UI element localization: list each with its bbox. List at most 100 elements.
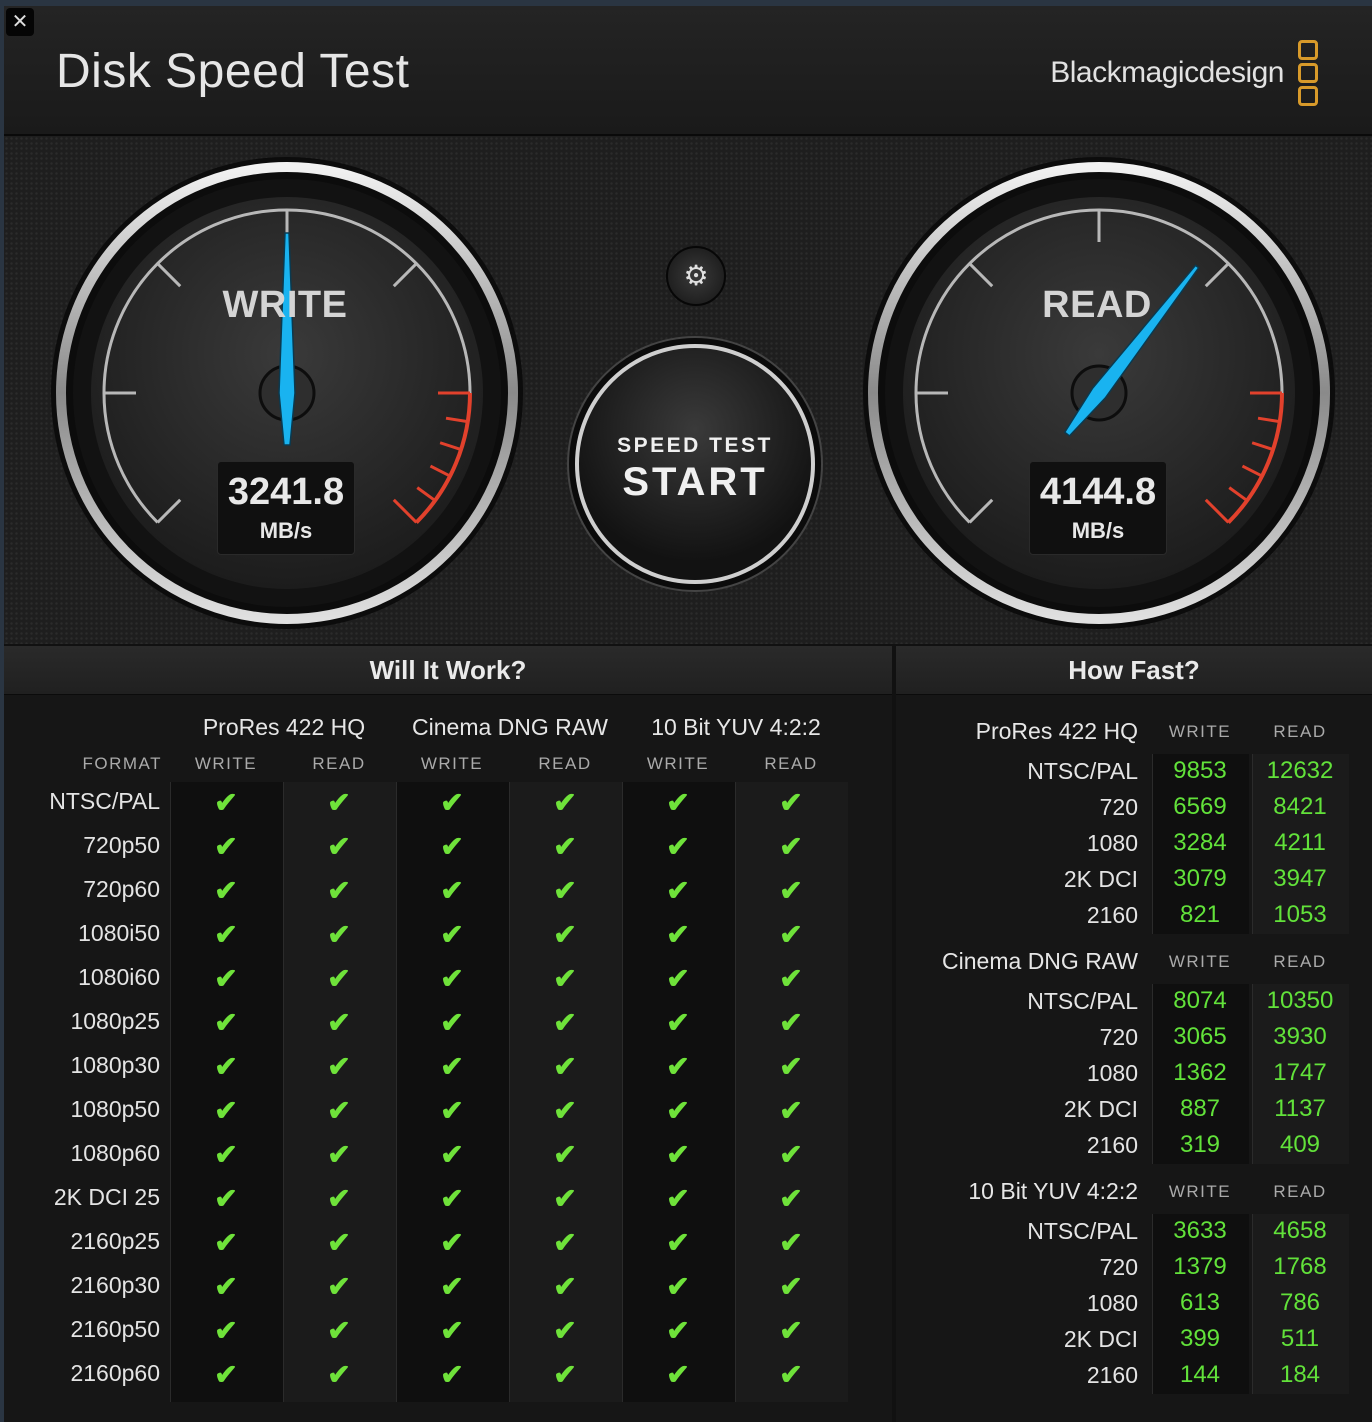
check-icon: ✔: [553, 1007, 577, 1038]
how-fast-format-label: 1080: [1086, 1290, 1138, 1316]
how-fast-format-label: 2160: [1086, 1132, 1138, 1158]
check-icon: ✔: [779, 1271, 803, 1302]
check-icon: ✔: [666, 1051, 690, 1082]
check-icon: ✔: [327, 1007, 351, 1038]
check-icon: ✔: [214, 1227, 238, 1258]
check-icon: ✔: [214, 1139, 238, 1170]
format-row-label: 1080p25: [70, 1008, 160, 1034]
format-row-label: NTSC/PAL: [49, 788, 160, 814]
check-icon: ✔: [553, 1095, 577, 1126]
how-fast-format-label: 720: [1099, 1024, 1138, 1050]
read-readout: 4144.8 MB/s: [1029, 461, 1167, 555]
read-fps-value: 10350: [1266, 987, 1334, 1014]
check-icon: ✔: [553, 1271, 577, 1302]
read-fps-value: 184: [1279, 1361, 1321, 1388]
check-icon: ✔: [440, 1051, 464, 1082]
check-icon: ✔: [214, 1359, 238, 1390]
start-button[interactable]: SPEED TEST START: [575, 344, 815, 584]
will-it-work-title: Will It Work?: [4, 646, 892, 695]
check-icon: ✔: [327, 1051, 351, 1082]
check-icon: ✔: [440, 1095, 464, 1126]
write-fps-value: 8074: [1173, 987, 1227, 1014]
check-icon: ✔: [553, 1051, 577, 1082]
read-column-header: READ: [1273, 1182, 1327, 1201]
check-icon: ✔: [327, 1227, 351, 1258]
check-icon: ✔: [553, 787, 577, 818]
check-icon: ✔: [440, 831, 464, 862]
read-speed-value: 4144.8: [1039, 471, 1157, 513]
write-fps-value: 6569: [1173, 793, 1227, 820]
codec-header: 10 Bit YUV 4:2:2: [651, 714, 821, 740]
check-icon: ✔: [779, 1051, 803, 1082]
how-fast-format-label: NTSC/PAL: [1027, 988, 1138, 1014]
read-fps-value: 1137: [1274, 1095, 1326, 1122]
settings-button[interactable]: ⚙: [666, 246, 726, 306]
check-icon: ✔: [779, 1183, 803, 1214]
check-icon: ✔: [440, 1315, 464, 1346]
format-row-label: 720p60: [83, 876, 160, 902]
codec-header: Cinema DNG RAW: [412, 714, 608, 740]
write-column-header: WRITE: [1168, 952, 1232, 971]
check-icon: ✔: [440, 787, 464, 818]
how-fast-format-label: 1080: [1086, 830, 1138, 856]
write-speed-value: 3241.8: [227, 471, 345, 513]
how-fast-codec-header: 10 Bit YUV 4:2:2: [968, 1178, 1138, 1204]
write-fps-value: 319: [1179, 1131, 1221, 1158]
check-icon: ✔: [779, 1095, 803, 1126]
check-icon: ✔: [666, 1095, 690, 1126]
read-fps-value: 8421: [1273, 793, 1327, 820]
how-fast-format-label: NTSC/PAL: [1027, 1218, 1138, 1244]
read-fps-value: 3947: [1273, 865, 1327, 892]
format-column-header: FORMAT: [82, 754, 162, 773]
how-fast-title: How Fast?: [896, 646, 1372, 695]
format-row-label: 2160p60: [70, 1360, 160, 1386]
how-fast-codec-header: Cinema DNG RAW: [942, 948, 1138, 974]
how-fast-codec-header: ProRes 422 HQ: [975, 718, 1138, 744]
read-fps-value: 3930: [1273, 1023, 1327, 1050]
write-fps-value: 3284: [1173, 829, 1227, 856]
check-icon: ✔: [440, 1007, 464, 1038]
write-fps-value: 821: [1179, 901, 1221, 928]
write-fps-value: 1362: [1173, 1059, 1227, 1086]
check-icon: ✔: [440, 1227, 464, 1258]
how-fast-format-label: NTSC/PAL: [1027, 758, 1138, 784]
check-icon: ✔: [327, 1183, 351, 1214]
check-icon: ✔: [327, 1359, 351, 1390]
read-fps-value: 1053: [1273, 901, 1327, 928]
check-icon: ✔: [553, 963, 577, 994]
check-icon: ✔: [440, 1183, 464, 1214]
check-icon: ✔: [327, 1315, 351, 1346]
check-icon: ✔: [553, 1315, 577, 1346]
read-fps-value: 4658: [1273, 1217, 1327, 1244]
format-row-label: 2160p25: [70, 1228, 160, 1254]
will-it-work-panel: Will It Work? ProRes 422 HQ Cinema DNG RA…: [4, 646, 892, 1422]
read-fps-value: 511: [1280, 1325, 1320, 1352]
start-button-label: START: [622, 460, 768, 504]
check-icon: ✔: [666, 1183, 690, 1214]
how-fast-format-label: 1080: [1086, 1060, 1138, 1086]
check-icon: ✔: [214, 1007, 238, 1038]
close-icon[interactable]: ✕: [6, 8, 34, 36]
check-icon: ✔: [327, 831, 351, 862]
format-row-label: 2160p50: [70, 1316, 160, 1342]
check-icon: ✔: [440, 1359, 464, 1390]
write-readout: 3241.8 MB/s: [217, 461, 355, 555]
write-fps-value: 3633: [1173, 1217, 1227, 1244]
blackmagic-logo-icon: [1298, 40, 1318, 109]
gear-icon: ⚙: [683, 260, 709, 291]
read-column-header: READ: [538, 754, 592, 773]
check-icon: ✔: [214, 831, 238, 862]
start-button-caption: SPEED TEST: [617, 434, 773, 457]
check-icon: ✔: [440, 919, 464, 950]
write-column-header: WRITE: [420, 754, 484, 773]
check-icon: ✔: [779, 787, 803, 818]
write-speed-unit: MB/s: [259, 518, 313, 543]
format-row-label: 1080p50: [70, 1096, 160, 1122]
check-icon: ✔: [327, 1139, 351, 1170]
check-icon: ✔: [553, 831, 577, 862]
check-icon: ✔: [666, 1271, 690, 1302]
brand-name: Blackmagicdesign: [1050, 56, 1284, 89]
read-fps-value: 1747: [1273, 1059, 1327, 1086]
how-fast-format-label: 720: [1099, 794, 1138, 820]
check-icon: ✔: [214, 963, 238, 994]
